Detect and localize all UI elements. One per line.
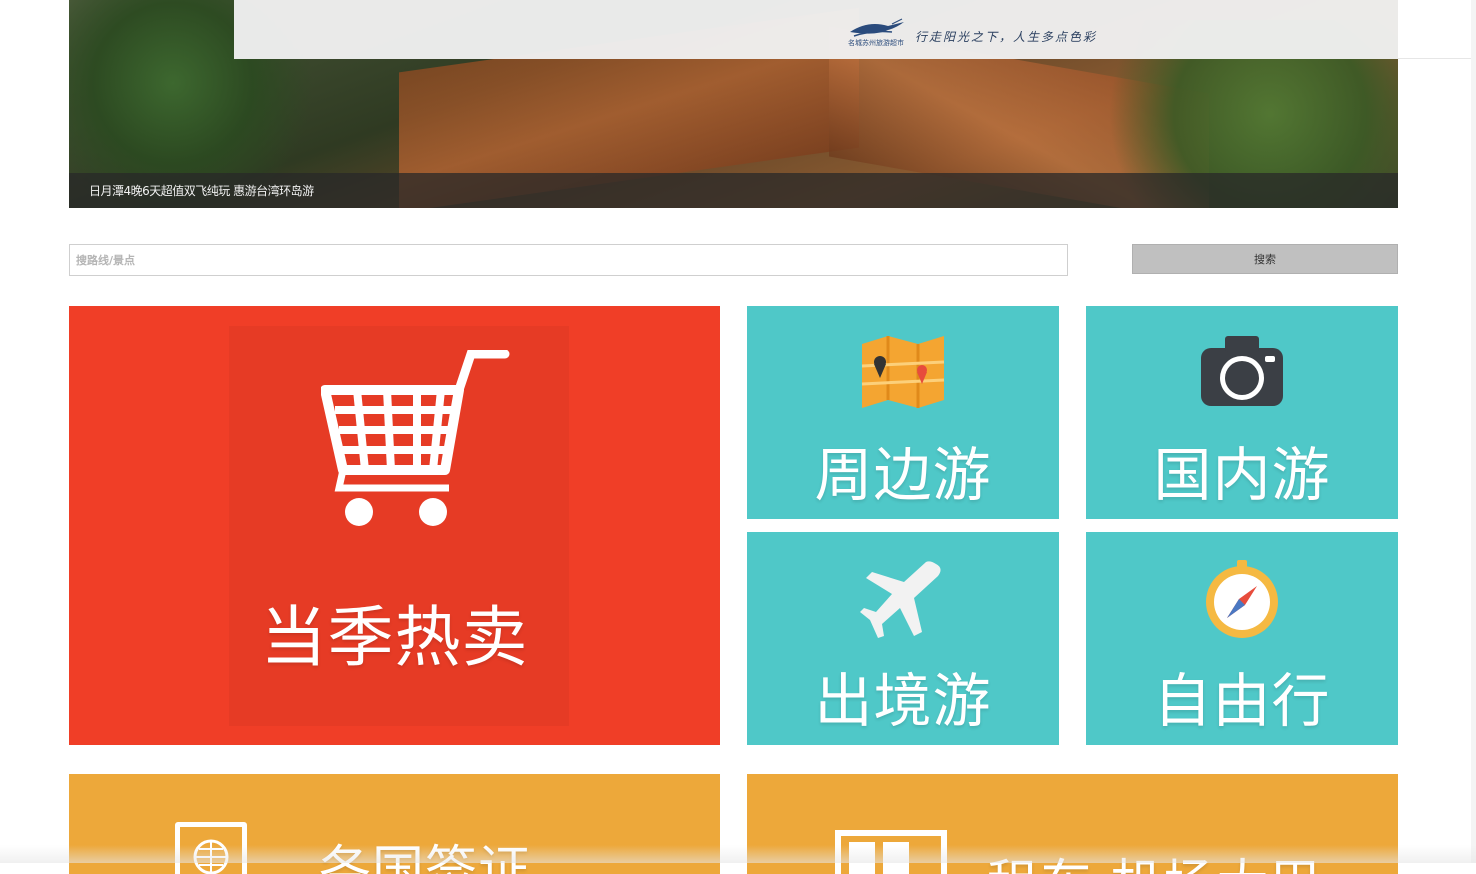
banner-caption-bar: 日月潭4晚6天超值双飞纯玩 惠游台湾环岛游 xyxy=(69,173,1398,208)
tile-seasonal-hot[interactable]: 当季热卖 xyxy=(69,306,720,745)
tile-nearby-label: 周边游 xyxy=(814,441,992,509)
camera-icon xyxy=(1201,336,1283,406)
tile-outbound-label: 出境游 xyxy=(814,667,992,735)
tile-domestic-label: 国内游 xyxy=(1153,441,1331,509)
header-divider xyxy=(1398,58,1472,59)
airplane-icon xyxy=(860,561,941,638)
tile-outbound-travel[interactable]: 出境游 xyxy=(747,532,1059,745)
shopping-cart-icon xyxy=(321,350,510,526)
tile-visa[interactable]: 各国签证 xyxy=(69,774,720,874)
header-slogan: 行走阳光之下，人生多点色彩 xyxy=(915,30,1098,44)
tile-hot-label: 当季热卖 xyxy=(260,599,529,676)
tile-free-travel[interactable]: 自由行 xyxy=(1086,532,1398,745)
search-button[interactable]: 搜索 xyxy=(1132,244,1398,274)
search-input[interactable] xyxy=(69,244,1068,276)
tile-domestic-travel[interactable]: 国内游 xyxy=(1086,306,1398,519)
site-header: 名城苏州旅游超市 行走阳光之下，人生多点色彩 xyxy=(234,0,1398,59)
page-scrollbar[interactable] xyxy=(1471,0,1476,863)
bus-icon xyxy=(835,830,947,874)
map-icon xyxy=(861,336,945,408)
passport-icon xyxy=(175,822,247,874)
tile-nearby-travel[interactable]: 周边游 xyxy=(747,306,1059,519)
tile-car-label: 租车·机场大巴 xyxy=(987,842,1323,874)
tile-visa-label: 各国签证 xyxy=(319,841,532,874)
tile-free-label: 自由行 xyxy=(1153,667,1331,735)
banner-caption[interactable]: 日月潭4晚6天超值双飞纯玩 惠游台湾环岛游 xyxy=(89,182,314,199)
tile-car-rental[interactable]: 租车·机场大巴 xyxy=(747,774,1398,874)
compass-icon xyxy=(1206,560,1278,638)
logo-text: 名城苏州旅游超市 xyxy=(848,39,904,47)
